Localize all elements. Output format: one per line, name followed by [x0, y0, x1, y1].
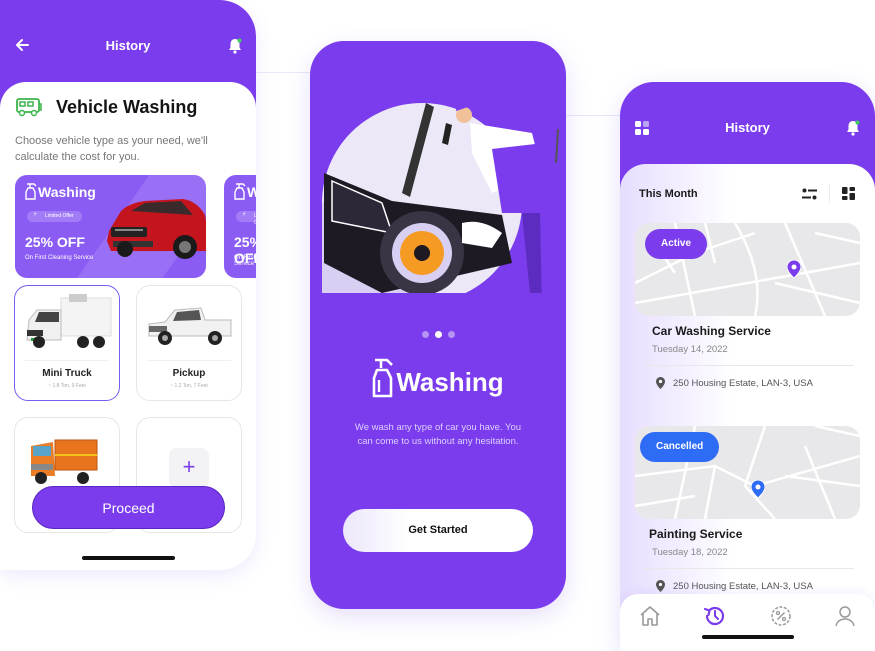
divider: [644, 365, 854, 366]
section-description: Choose vehicle type as your need, we'll …: [15, 135, 208, 163]
location-pin-icon: [751, 480, 765, 498]
bottom-navigation: [620, 594, 875, 651]
limited-offer-badge: Limited Offer: [27, 211, 82, 222]
suv-car-image: [107, 199, 206, 259]
divider: [25, 360, 109, 361]
section-title: Vehicle Washing: [56, 97, 198, 117]
content-panel: This Month Active Car Washing Service Tu…: [620, 164, 875, 651]
brand-logo: Washing: [310, 358, 566, 398]
limited-offer-badge: Limited Offer: [236, 211, 256, 226]
spray-bottle-icon: [234, 183, 246, 200]
vehicle-spec: ~ 1.8 Ton, 9 Feet: [48, 383, 86, 389]
mini-truck-image: [26, 294, 112, 348]
booking-address: 250 Housing Estate, LAN-3, USA: [656, 377, 813, 389]
location-pin-icon: [656, 580, 665, 592]
vehicle-card-pickup[interactable]: Pickup ~ 1.2 Ton, 7 Feet: [136, 285, 242, 401]
brand-name: Washing: [396, 367, 504, 397]
background-line: [566, 115, 620, 116]
onboarding-screen: Washing We wash any type of car you have…: [310, 41, 566, 609]
address-text: 250 Housing Estate, LAN-3, USA: [673, 377, 813, 389]
vehicle-card-mini-truck[interactable]: Mini Truck ~ 1.8 Ton, 9 Feet: [14, 285, 120, 401]
promo-banner[interactable]: Washing Limited Offer 25% OFF On First C…: [15, 175, 206, 278]
service-name: Painting Service: [649, 527, 743, 541]
divider: [147, 360, 231, 361]
bell-icon[interactable]: [228, 38, 242, 54]
history-screen: History This Month Active Car Washing Se…: [620, 82, 875, 651]
truck-image: [31, 439, 98, 484]
booking-map[interactable]: Cancelled: [635, 426, 860, 519]
filter-label[interactable]: This Month: [639, 188, 698, 200]
page-dot[interactable]: [447, 331, 455, 338]
promo-brand: Washing: [234, 183, 256, 201]
home-indicator: [82, 556, 175, 560]
background-line: [256, 72, 310, 73]
booking-map[interactable]: Active: [635, 223, 860, 316]
promo-brand: Washing: [25, 183, 96, 201]
page-indicator: [310, 331, 566, 338]
add-vehicle-button[interactable]: +: [169, 448, 209, 488]
header-title: History: [105, 38, 151, 53]
user-icon[interactable]: [833, 604, 857, 628]
promo-banner[interactable]: Washing Limited Offer 25% OFF On First C…: [224, 175, 256, 278]
discount-subtitle: On First Cleaning Service: [25, 255, 94, 261]
onboarding-description: We wash any type of car you have. You ca…: [354, 422, 522, 447]
vehicle-name: Pickup: [172, 368, 206, 379]
discount-subtitle: On First Cleaning Service: [234, 255, 256, 267]
home-icon[interactable]: [638, 604, 662, 628]
vehicle-washing-screen: History Vehicle Washing Choose vehicle t…: [0, 0, 256, 570]
layout-icon[interactable]: [842, 187, 855, 200]
divider: [829, 185, 830, 203]
address-text: 250 Housing Estate, LAN-3, USA: [673, 580, 813, 592]
booking-address: 250 Housing Estate, LAN-3, USA: [656, 580, 813, 592]
discount-text: 25% OFF: [25, 234, 85, 250]
proceed-button[interactable]: Proceed: [32, 486, 225, 529]
status-badge-active: Active: [645, 229, 708, 259]
get-started-button[interactable]: Get Started: [343, 509, 533, 552]
vehicle-spec: ~ 1.2 Ton, 7 Feet: [170, 383, 208, 389]
page-dot-active[interactable]: [434, 331, 442, 338]
booking-date: Tuesday 14, 2022: [652, 344, 728, 355]
service-name: Car Washing Service: [652, 324, 771, 338]
app-showcase: History Vehicle Washing Choose vehicle t…: [0, 0, 875, 651]
promo-brand-text: Washing: [247, 184, 256, 200]
page-dot[interactable]: [421, 331, 429, 338]
mechanic-illustration: [322, 101, 559, 293]
spray-bottle-icon: [373, 358, 394, 398]
location-pin-icon: [787, 260, 801, 278]
bell-icon[interactable]: [846, 120, 860, 136]
discount-icon[interactable]: [769, 604, 793, 628]
history-icon[interactable]: [703, 604, 727, 628]
divider: [644, 568, 854, 569]
home-indicator: [702, 635, 794, 639]
status-badge-cancelled: Cancelled: [640, 432, 720, 462]
spray-bottle-icon: [25, 183, 37, 200]
filter-icon[interactable]: [802, 188, 817, 200]
vehicle-name: Mini Truck: [42, 368, 92, 379]
promo-brand-text: Washing: [38, 184, 96, 200]
header-title: History: [725, 120, 770, 135]
booking-date: Tuesday 18, 2022: [652, 547, 728, 558]
location-pin-icon: [656, 377, 665, 389]
camper-van-icon: [16, 98, 42, 117]
pickup-truck-image: [148, 307, 232, 345]
